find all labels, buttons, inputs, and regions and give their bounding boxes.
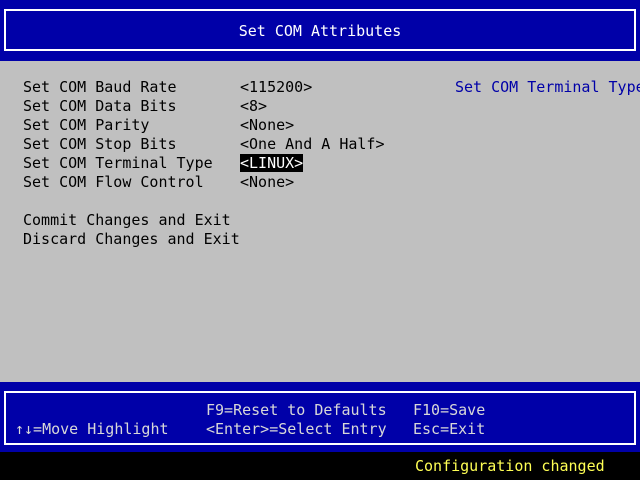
setting-value-terminal-type[interactable]: <LINUX> bbox=[240, 154, 304, 173]
data-bits-value-text: <8> bbox=[240, 97, 268, 115]
setting-value-parity[interactable]: <None> bbox=[240, 116, 294, 135]
bios-screen: Set COM Attributes Set COM Baud Rate <11… bbox=[0, 0, 640, 480]
footer-bar: F9=Reset to Defaults F10=Save ↑↓=Move Hi… bbox=[0, 382, 640, 452]
footer-exit-hint: Esc=Exit bbox=[413, 420, 486, 438]
setting-label-terminal-type[interactable]: Set COM Terminal Type bbox=[23, 154, 213, 173]
parity-value-text: <None> bbox=[240, 116, 295, 134]
page-title: Set COM Attributes bbox=[238, 22, 402, 40]
setting-label-data-bits[interactable]: Set COM Data Bits bbox=[23, 97, 177, 116]
baud-rate-value-text: <115200> bbox=[240, 78, 313, 96]
footer-save-hint: F10=Save bbox=[413, 401, 486, 419]
status-message: Configuration changed bbox=[415, 457, 605, 475]
help-text: Set COM Terminal Type bbox=[455, 78, 640, 96]
setting-label-stop-bits[interactable]: Set COM Stop Bits bbox=[23, 135, 177, 154]
footer-border: F9=Reset to Defaults F10=Save ↑↓=Move Hi… bbox=[4, 391, 636, 445]
footer-move-hint: ↑↓=Move Highlight bbox=[15, 420, 169, 438]
setting-value-data-bits[interactable]: <8> bbox=[240, 97, 267, 116]
setting-label-baud-rate[interactable]: Set COM Baud Rate bbox=[23, 78, 177, 97]
stop-bits-value-text: <One And A Half> bbox=[240, 135, 385, 153]
setting-value-baud-rate[interactable]: <115200> bbox=[240, 78, 312, 97]
terminal-type-value-text: <LINUX> bbox=[240, 154, 304, 172]
header-bar: Set COM Attributes bbox=[0, 0, 640, 61]
status-bar: Configuration changed bbox=[0, 452, 640, 480]
header-border: Set COM Attributes bbox=[4, 9, 636, 51]
footer-select-hint: <Enter>=Select Entry bbox=[206, 420, 387, 438]
setting-label-flow-control[interactable]: Set COM Flow Control bbox=[23, 173, 204, 192]
footer-reset-hint: F9=Reset to Defaults bbox=[206, 401, 387, 419]
flow-control-value-text: <None> bbox=[240, 173, 295, 191]
setting-label-parity[interactable]: Set COM Parity bbox=[23, 116, 149, 135]
setting-value-stop-bits[interactable]: <One And A Half> bbox=[240, 135, 385, 154]
setting-value-flow-control[interactable]: <None> bbox=[240, 173, 294, 192]
discard-changes-and-exit-item[interactable]: Discard Changes and Exit bbox=[23, 230, 240, 249]
commit-changes-and-exit-item[interactable]: Commit Changes and Exit bbox=[23, 211, 231, 230]
